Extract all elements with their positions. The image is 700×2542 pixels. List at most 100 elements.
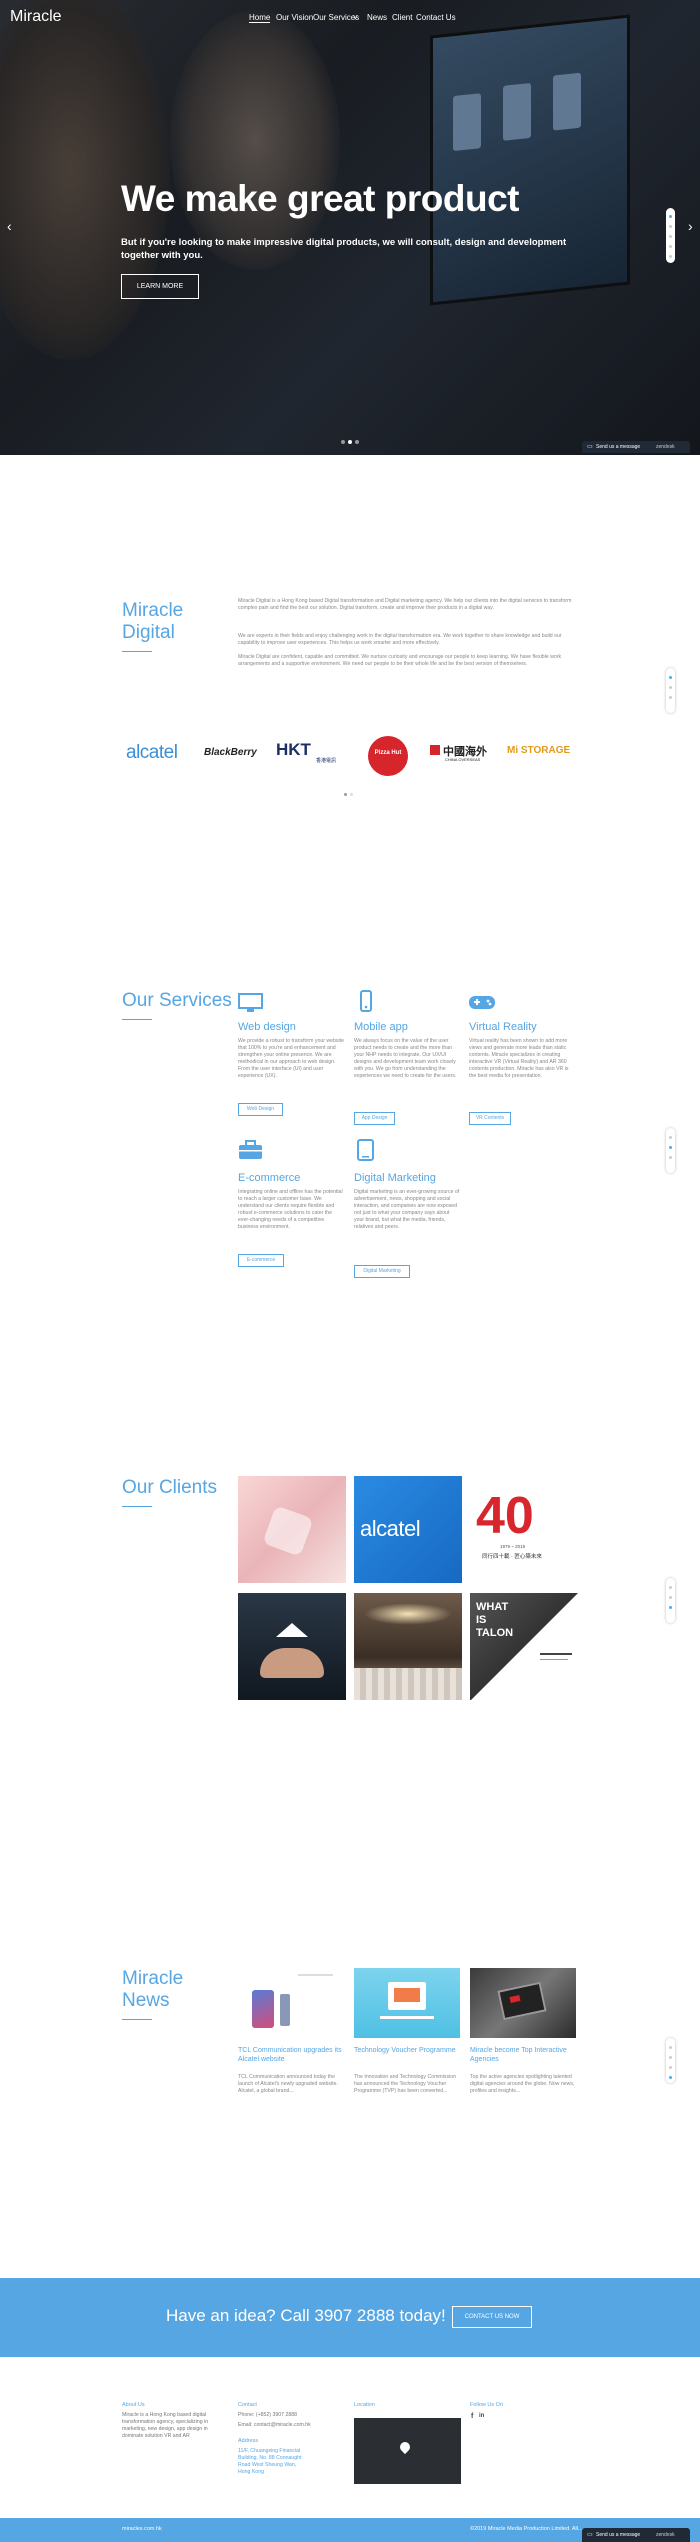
service-title: Mobile app	[354, 1021, 408, 1033]
section-nav-dot[interactable]	[669, 2046, 672, 2049]
cta-text: Have an idea? Call 3907 2888 today!	[166, 2306, 446, 2325]
client-talon-text: WHAT IS TALON	[476, 1601, 514, 1639]
section-nav-dot[interactable]	[669, 1606, 672, 1609]
slider-prev-icon[interactable]: ‹	[7, 218, 12, 234]
alcatel-logo: alcatel	[126, 742, 178, 763]
news-text: Top the active agencies spotlighting tal…	[470, 2074, 575, 2094]
nav-our-vision[interactable]: Our Vision	[276, 13, 313, 22]
section-nav	[666, 1128, 675, 1173]
client-property[interactable]	[238, 1593, 346, 1700]
client-cosmetics[interactable]	[238, 1476, 346, 1583]
nav-news[interactable]: News	[367, 13, 387, 22]
about-title-line1: Miracle	[122, 600, 184, 621]
carousel-dot-active[interactable]	[344, 793, 347, 796]
services-title-underline	[122, 1019, 152, 1020]
footer-email[interactable]: Email: contact@miracle.com.hk	[238, 2422, 338, 2429]
section-nav-dot[interactable]	[669, 696, 672, 699]
gamepad-icon	[469, 996, 495, 1009]
slider-dot-active[interactable]	[348, 440, 352, 444]
digital-marketing-button[interactable]: Digital Marketing	[354, 1265, 410, 1278]
chat-widget[interactable]: ▭ Send us a message zendesk	[582, 441, 690, 453]
hkt-logo-subtext: 香港電訊	[316, 758, 337, 764]
about-paragraph: We are experts in their fields and enjoy…	[238, 633, 562, 646]
client-restaurant[interactable]	[354, 1593, 462, 1700]
section-nav-dot[interactable]	[669, 686, 672, 689]
map-pin-icon	[397, 2439, 413, 2455]
service-text: Digital marketing is an ever-growing sou…	[354, 1189, 460, 1230]
section-nav-dot[interactable]	[669, 2076, 672, 2079]
chat-label: Send us a message	[596, 2532, 641, 2538]
facebook-icon[interactable]: f	[471, 2413, 473, 2420]
footer-address[interactable]: 11/F, Chuangxing Financial Building, No.…	[238, 2448, 304, 2476]
briefcase-icon	[239, 1140, 262, 1159]
about-paragraph: Miracle Digital are confident, capable a…	[238, 654, 562, 667]
section-nav	[666, 1578, 675, 1623]
footer-map[interactable]	[354, 2418, 461, 2484]
slider-next-icon[interactable]: ›	[688, 218, 693, 234]
slider-dot[interactable]	[341, 440, 345, 444]
client-anniversary[interactable]: 40 1979 ~ 2019 同行四十載 · 匠心築未來	[470, 1476, 578, 1583]
mi-storage-logo: Mi STORAGE	[507, 745, 571, 756]
chevron-down-icon[interactable]: ˅	[353, 13, 358, 22]
vr-contents-button[interactable]: VR Contents	[469, 1112, 511, 1125]
service-text: We provide a robust to transform your we…	[238, 1038, 345, 1079]
slider-dot[interactable]	[355, 440, 359, 444]
linkedin-icon[interactable]: in	[479, 2413, 484, 2419]
footer-contact-title: Contact	[238, 2402, 257, 2408]
site-logo[interactable]: Miracle	[10, 8, 62, 26]
hero-slider: Miracle Home Our Vision Our Services ˅ N…	[0, 0, 700, 455]
footer-phone[interactable]: Phone: (+852) 3907 2888	[238, 2412, 338, 2419]
service-text: Integrating online and offline has the p…	[238, 1189, 343, 1230]
section-nav-dot[interactable]	[669, 215, 672, 218]
nav-client[interactable]: Client	[392, 13, 412, 22]
section-nav-dot[interactable]	[669, 1156, 672, 1159]
learn-more-button[interactable]: LEARN MORE	[121, 274, 199, 299]
blackberry-logo: BlackBerry	[204, 747, 257, 758]
news-image-voucher[interactable]	[354, 1968, 460, 2038]
web-design-button[interactable]: Web Design	[238, 1103, 283, 1116]
client-anniversary-tagline: 同行四十載 · 匠心築未來	[482, 1554, 542, 1560]
section-nav	[666, 208, 675, 263]
e-commerce-button[interactable]: E-commerce	[238, 1254, 284, 1267]
news-title-line2: News	[122, 1990, 170, 2011]
section-nav-dot[interactable]	[669, 255, 672, 258]
client-talon[interactable]: WHAT IS TALON	[470, 1593, 578, 1700]
footer-about-title: About Us	[122, 2402, 145, 2408]
section-nav-dot[interactable]	[669, 1596, 672, 1599]
footer-address-title: Address	[238, 2438, 259, 2444]
section-nav-dot[interactable]	[669, 235, 672, 238]
services-title: Our Services	[122, 990, 232, 1011]
news-title[interactable]: Technology Voucher Programme	[354, 2046, 460, 2055]
app-design-button[interactable]: App Design	[354, 1112, 395, 1125]
section-nav-dot[interactable]	[669, 245, 672, 248]
footer-about-text: Miracle is a Hong Kong based digital tra…	[122, 2412, 209, 2439]
service-title: E-commerce	[238, 1172, 301, 1184]
news-image-tcl[interactable]	[238, 1968, 344, 2038]
chat-icon: ▭	[587, 444, 593, 450]
nav-home[interactable]: Home	[249, 13, 271, 23]
carousel-dot[interactable]	[350, 793, 353, 796]
zendesk-logo: zendesk	[656, 2532, 675, 2538]
nav-contact-us[interactable]: Contact Us	[416, 13, 456, 22]
news-title[interactable]: Miracle become Top Interactive Agencies	[470, 2046, 576, 2064]
news-image-agencies[interactable]	[470, 1968, 576, 2038]
client-anniversary-number: 40	[476, 1487, 534, 1545]
section-nav-dot[interactable]	[669, 2066, 672, 2069]
chat-icon: ▭	[587, 2532, 593, 2538]
section-nav-dot[interactable]	[669, 225, 672, 228]
news-title-line1: Miracle	[122, 1968, 184, 1989]
section-nav-dot[interactable]	[669, 676, 672, 679]
section-nav-dot[interactable]	[669, 2056, 672, 2059]
section-nav-dot[interactable]	[669, 1146, 672, 1149]
clients-title-underline	[122, 1506, 152, 1507]
chat-label: Send us a message	[596, 444, 641, 450]
footer-domain[interactable]: miracles.com.hk	[122, 2526, 162, 2532]
news-title[interactable]: TCL Communication upgrades its Alcatel w…	[238, 2046, 344, 2064]
contact-us-button[interactable]: CONTACT US NOW	[452, 2306, 532, 2328]
service-title: Web design	[238, 1021, 296, 1033]
section-nav-dot[interactable]	[669, 1586, 672, 1589]
service-title: Virtual Reality	[469, 1021, 537, 1033]
client-alcatel[interactable]: alcatel	[354, 1476, 462, 1583]
chat-widget[interactable]: ▭ Send us a message zendesk	[582, 2528, 690, 2542]
section-nav-dot[interactable]	[669, 1136, 672, 1139]
